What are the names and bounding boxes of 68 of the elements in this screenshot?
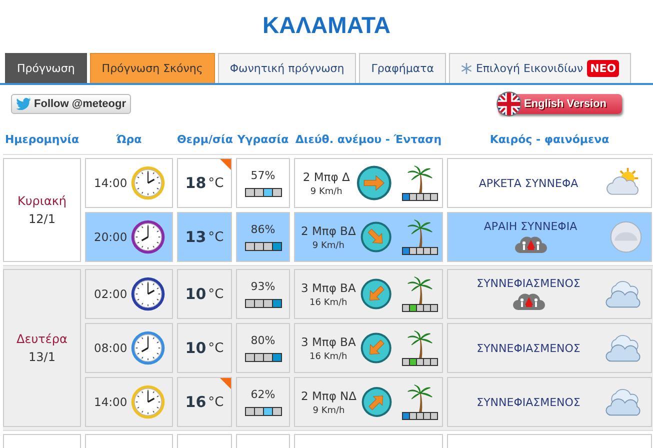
day-name: Κυριακή <box>17 194 67 208</box>
tab[interactable]: Πρόγνωση Σκόνης <box>90 53 215 83</box>
column-header: Ημερομηνία <box>4 133 80 146</box>
wind-speed: 9 Km/h <box>312 240 344 250</box>
column-header: Υγρασία <box>236 133 290 146</box>
tab[interactable]: Επιλογή Εικονιδίων ΝΕΟ <box>448 53 632 83</box>
time-text: 14:00 <box>94 395 128 409</box>
clouds-icon <box>605 279 643 309</box>
humidity-text: 86% <box>250 223 276 236</box>
weather-text: ΣΥΝΝΕΦΙΑΣΜΕΝΟΣ <box>476 396 580 408</box>
temperature-unit: °C <box>208 230 224 244</box>
palm-tree-icon <box>406 330 434 358</box>
city-title: ΚΑΛΑΜΑΤΑ <box>262 11 392 40</box>
bird-icon <box>16 98 31 110</box>
column-header: Ώρα <box>115 133 143 146</box>
humidity-text: 62% <box>250 388 276 401</box>
humidity-text: 57% <box>250 169 276 182</box>
english-version-button[interactable]: English Version <box>498 94 622 114</box>
temperature-unit: °C <box>208 286 224 302</box>
new-badge: ΝΕΟ <box>587 60 620 77</box>
table-cell <box>177 434 232 448</box>
column-header: Διεύθ. ανέμου - Ένταση <box>294 133 443 146</box>
humidity-text: 93% <box>250 280 276 293</box>
wind-text: 2 Μπφ ΝΔ <box>301 388 357 402</box>
time-text: 14:00 <box>94 176 128 190</box>
day-name: Δευτέρα <box>16 332 68 346</box>
tab[interactable]: Γραφήματα <box>359 53 446 83</box>
palm-tree-icon <box>406 384 434 412</box>
weather-text: ΑΡΑΙΗ ΣΥΝΝΕΦΙΑ <box>484 220 578 232</box>
palm-tree-icon <box>406 276 434 304</box>
weather-text: ΣΥΝΝΕΦΙΑΣΜΕΝΟΣ <box>476 342 580 354</box>
moon-icon <box>609 220 643 254</box>
clouds-icon <box>605 387 643 417</box>
temperature-value: 10 <box>185 285 206 303</box>
snowflake-icon <box>460 63 472 74</box>
temperature-value: 13 <box>185 228 206 246</box>
wind-speed: 16 Km/h <box>310 298 348 308</box>
wind-speed: 9 Km/h <box>310 186 342 196</box>
palm-tree-icon <box>406 219 434 247</box>
wind-text: 2 Μπφ Δ <box>302 170 350 184</box>
temperature-value: 10 <box>185 339 206 357</box>
column-header: Θερμ/σία <box>177 133 232 146</box>
weather-text: ΣΥΝΝΕΦΙΑΣΜΕΝΟΣ <box>476 276 580 290</box>
wind-text: 3 Μπφ ΒΑ <box>301 280 356 294</box>
humidity-text: 80% <box>250 334 276 347</box>
temperature-value: 18 <box>185 174 206 192</box>
temperature-unit: °C <box>208 340 224 356</box>
tab[interactable]: Φωνητική πρόγνωση <box>218 53 356 83</box>
palm-tree-icon <box>406 165 434 193</box>
temperature-unit: °C <box>208 176 224 190</box>
follow-button[interactable]: Follow @meteogr <box>11 94 132 114</box>
date-text: 13/1 <box>28 350 56 364</box>
wind-text: 3 Μπφ ΒΑ <box>301 334 356 348</box>
wind-text: 2 Μπφ ΒΔ <box>301 224 356 238</box>
column-header: Καιρός - φαινόμενα <box>488 133 610 146</box>
wind-speed: 9 Km/h <box>312 406 345 416</box>
temperature-unit: °C <box>208 394 224 410</box>
table-cell <box>236 434 290 448</box>
flag-icon <box>496 91 522 117</box>
temperature-value: 16 <box>185 393 206 411</box>
time-text: 20:00 <box>94 230 128 244</box>
weather-text: ΑΡΚΕΤΑ ΣΥΝΝΕΦΑ <box>478 176 578 190</box>
date-text: 12/1 <box>28 212 56 226</box>
time-text: 08:00 <box>94 341 128 355</box>
wind-speed: 16 Km/h <box>310 352 348 362</box>
tab[interactable]: Πρόγνωση <box>5 53 87 83</box>
time-text: 02:00 <box>94 287 128 301</box>
clouds-icon <box>605 333 643 363</box>
